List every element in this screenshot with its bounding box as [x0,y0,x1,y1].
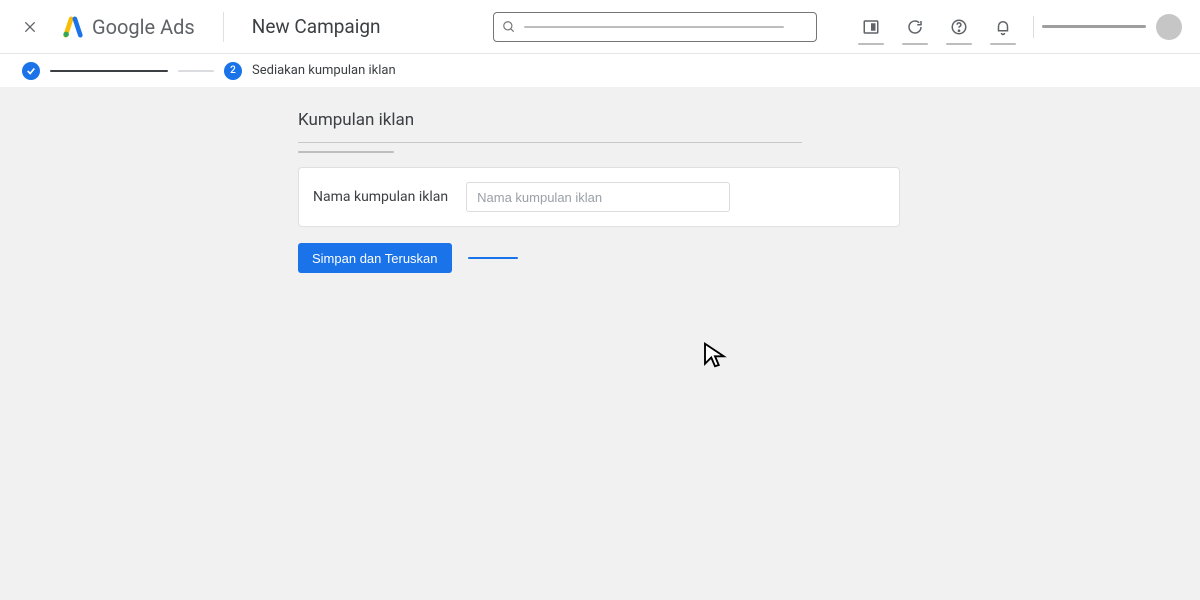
reports-icon[interactable] [849,5,893,49]
search-icon [502,20,516,34]
step-1-label-placeholder [50,70,168,72]
save-continue-button[interactable]: Simpan dan Teruskan [298,243,452,273]
close-icon[interactable] [18,15,42,39]
stepper: 2 Sediakan kumpulan iklan [0,54,1200,88]
google-ads-logo: Google Ads [62,15,195,39]
account-label-placeholder [1042,25,1146,28]
divider [223,12,224,42]
step-2-badge[interactable]: 2 [224,62,242,80]
ad-group-name-input[interactable] [466,182,730,212]
step-2-label: Sediakan kumpulan iklan [252,63,396,78]
ad-group-card: Nama kumpulan iklan [298,167,900,227]
top-icon-group [849,5,1182,49]
content-column: Kumpulan iklan Nama kumpulan iklan Simpa… [298,110,900,273]
refresh-icon[interactable] [893,5,937,49]
notifications-icon[interactable] [981,5,1025,49]
ads-logo-icon [62,16,84,38]
main-canvas: Kumpulan iklan Nama kumpulan iklan Simpa… [0,88,1200,600]
search-placeholder [524,26,784,28]
product-name: Google Ads [92,15,195,39]
search-input-wrapper[interactable] [493,12,817,42]
help-icon[interactable] [937,5,981,49]
topbar: Google Ads New Campaign [0,0,1200,54]
page-title: New Campaign [252,15,381,38]
action-row: Simpan dan Teruskan [298,243,900,273]
step-1-badge-done[interactable] [22,62,40,80]
step-connector [178,70,214,72]
divider [298,142,802,143]
section-title: Kumpulan iklan [298,110,900,130]
avatar[interactable] [1156,14,1182,40]
ad-group-name-label: Nama kumpulan iklan [313,189,448,205]
subheader-placeholder [298,151,394,153]
cancel-link-placeholder[interactable] [468,257,518,259]
divider [1033,16,1034,38]
